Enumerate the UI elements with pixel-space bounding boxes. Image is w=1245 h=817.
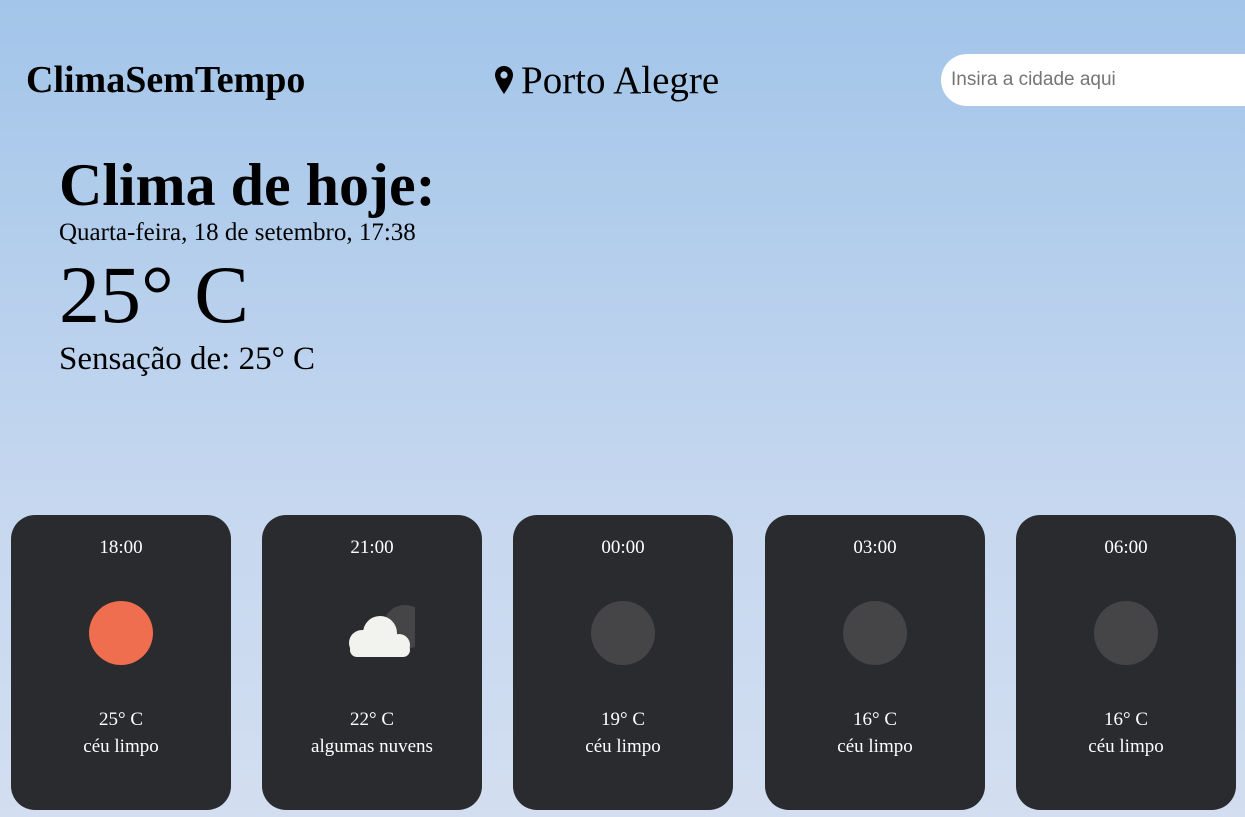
- map-pin-icon: [495, 66, 513, 94]
- forecast-time: 06:00: [1104, 537, 1148, 558]
- forecast-time: 03:00: [853, 537, 897, 558]
- forecast-time: 18:00: [99, 537, 143, 558]
- today-title: Clima de hoje:: [59, 152, 436, 218]
- forecast-card: 00:00 19° C céu limpo: [513, 515, 733, 810]
- cloud-moon-icon: [349, 605, 415, 657]
- forecast-desc: algumas nuvens: [311, 736, 433, 757]
- forecast-card: 06:00 16° C céu limpo: [1016, 515, 1236, 810]
- forecast-temp: 16° C: [852, 709, 898, 730]
- moon-icon: [843, 601, 907, 665]
- forecast-time: 21:00: [350, 537, 394, 558]
- location-label: Porto Alegre: [521, 58, 720, 102]
- feels-like: Sensação de: 25° C: [59, 341, 316, 377]
- forecast-card: 03:00 16° C céu limpo: [765, 515, 985, 810]
- forecast-card: 21:00 22° C algumas nuvens: [262, 515, 482, 810]
- app-logo[interactable]: ClimaSemTempo: [26, 58, 305, 102]
- today-date: Quarta-feira, 18 de setembro, 17:38: [59, 219, 416, 246]
- sun-icon: [89, 601, 153, 665]
- moon-icon: [1094, 601, 1158, 665]
- forecast-card: 18:00 25° C céu limpo: [11, 515, 231, 810]
- forecast-desc: céu limpo: [837, 736, 913, 757]
- forecast-desc: céu limpo: [585, 736, 661, 757]
- forecast-temp: 25° C: [98, 709, 144, 730]
- current-temperature: 25° C: [59, 249, 249, 340]
- forecast-time: 00:00: [601, 537, 645, 558]
- moon-icon: [591, 601, 655, 665]
- today-weather: Clima de hoje: Quarta-feira, 18 de setem…: [59, 150, 436, 378]
- city-search-input[interactable]: [941, 54, 1245, 106]
- forecast-temp: 19° C: [600, 709, 646, 730]
- forecast-temp: 16° C: [1103, 709, 1149, 730]
- forecast-temp: 22° C: [349, 709, 395, 730]
- header: ClimaSemTempo Porto Alegre: [0, 0, 1245, 160]
- forecast-list: 18:00 25° C céu limpo 21:00 22° C alguma…: [11, 515, 1236, 810]
- forecast-desc: céu limpo: [1088, 736, 1164, 757]
- forecast-desc: céu limpo: [83, 736, 159, 757]
- current-location: Porto Alegre: [494, 56, 719, 104]
